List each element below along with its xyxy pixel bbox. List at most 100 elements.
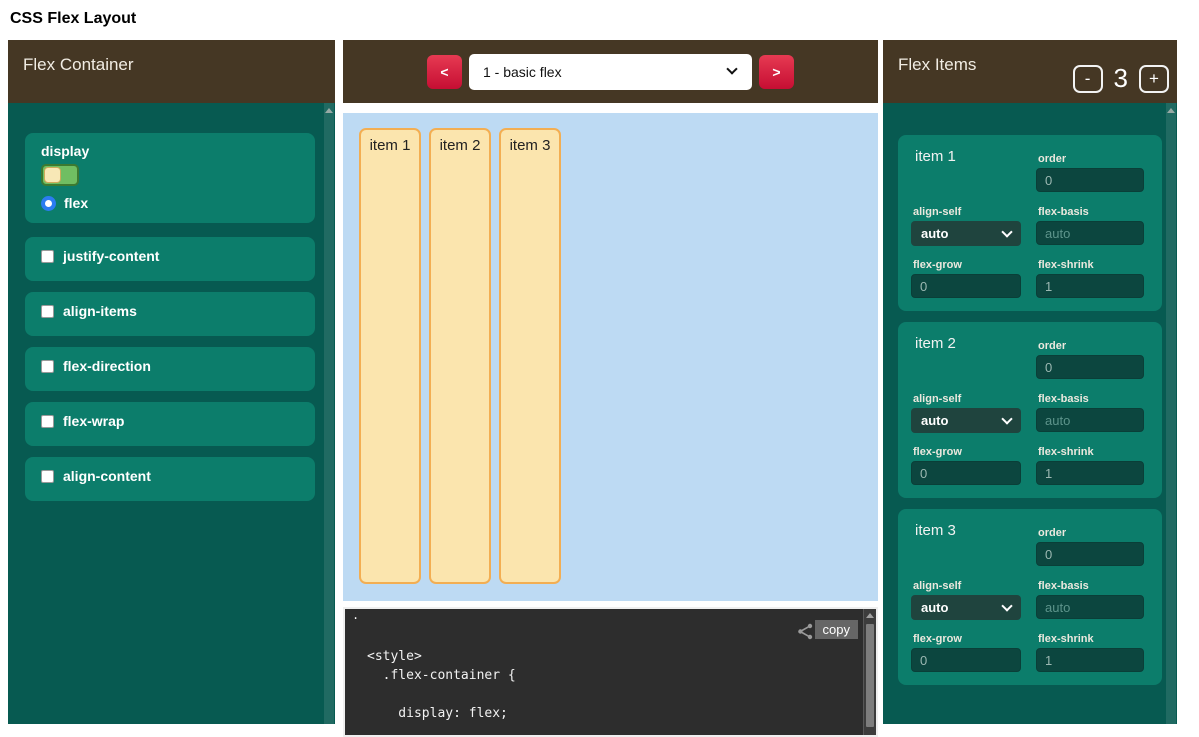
order-input[interactable] [1036, 355, 1144, 379]
display-control-card: display flex [25, 133, 315, 223]
preset-select[interactable]: 1 - basic flex [469, 54, 752, 90]
flex-container-panel-body: display flex justify-content align-items… [8, 103, 335, 724]
scroll-up-icon [325, 108, 333, 113]
preset-select-value: 1 - basic flex [483, 64, 562, 80]
align-content-checkbox[interactable] [41, 470, 54, 483]
align-self-select-value: auto [921, 413, 948, 428]
property-toggle-flex-direction[interactable]: flex-direction [25, 347, 315, 391]
flex-container-panel-header: Flex Container [8, 40, 335, 103]
flex-grow-input[interactable] [911, 648, 1021, 672]
justify-content-label: justify-content [63, 249, 159, 264]
flex-grow-label: flex-grow [913, 633, 962, 645]
flex-shrink-input[interactable] [1036, 274, 1144, 298]
demo-flex-item-3: item 3 [499, 128, 561, 584]
flex-items-panel-title: Flex Items [898, 55, 976, 75]
share-icon[interactable] [797, 623, 814, 640]
flex-items-panel-body: item 1 order align-self auto flex-basis … [883, 103, 1177, 724]
flex-shrink-label: flex-shrink [1038, 446, 1094, 458]
display-label: display [41, 143, 299, 159]
flex-radio-label: flex [64, 195, 88, 211]
previous-preset-button[interactable]: < [427, 55, 462, 89]
justify-content-checkbox[interactable] [41, 250, 54, 263]
preview-column: < 1 - basic flex > item 1 item 2 item 3 … [343, 40, 878, 728]
flex-wrap-label: flex-wrap [63, 414, 124, 429]
flex-items-panel-header: Flex Items - 3 + [883, 40, 1177, 103]
flex-item-name: item 3 [915, 522, 956, 539]
flex-items-panel: Flex Items - 3 + item 1 order align-self… [883, 40, 1177, 724]
flex-item-card-2: item 2 order align-self auto flex-basis … [898, 322, 1162, 498]
flex-item-card-1: item 1 order align-self auto flex-basis … [898, 135, 1162, 311]
property-toggle-align-items[interactable]: align-items [25, 292, 315, 336]
flex-grow-input[interactable] [911, 274, 1021, 298]
scroll-up-icon [866, 613, 874, 618]
item-count-value: 3 [1114, 63, 1128, 94]
align-self-select[interactable]: auto [911, 221, 1021, 246]
flex-shrink-input[interactable] [1036, 461, 1144, 485]
flex-grow-label: flex-grow [913, 259, 962, 271]
flex-radio[interactable] [41, 196, 56, 211]
align-self-select-value: auto [921, 600, 948, 615]
align-self-select[interactable]: auto [911, 595, 1021, 620]
property-toggle-align-content[interactable]: align-content [25, 457, 315, 501]
next-preset-button[interactable]: > [759, 55, 794, 89]
code-line: <style> [367, 647, 876, 666]
flex-direction-label: flex-direction [63, 359, 151, 374]
align-items-checkbox[interactable] [41, 305, 54, 318]
flex-basis-input[interactable] [1036, 408, 1144, 432]
copy-button[interactable]: copy [815, 620, 858, 639]
flex-grow-label: flex-grow [913, 446, 962, 458]
align-self-label: align-self [913, 580, 961, 592]
right-panel-scrollbar[interactable] [1166, 103, 1176, 724]
order-label: order [1038, 340, 1066, 352]
code-line: display: flex; [367, 704, 876, 723]
order-label: order [1038, 153, 1066, 165]
code-dot: . [352, 609, 359, 623]
align-self-label: align-self [913, 393, 961, 405]
align-items-label: align-items [63, 304, 137, 319]
flex-wrap-checkbox[interactable] [41, 415, 54, 428]
property-toggle-justify-content[interactable]: justify-content [25, 237, 315, 281]
flex-container-panel-title: Flex Container [23, 55, 134, 75]
code-line [367, 685, 876, 704]
chevron-down-icon [726, 63, 737, 74]
flex-direction-checkbox[interactable] [41, 360, 54, 373]
flex-basis-label: flex-basis [1038, 580, 1089, 592]
add-item-button[interactable]: + [1139, 65, 1169, 93]
align-self-select-value: auto [921, 226, 948, 241]
flex-basis-label: flex-basis [1038, 206, 1089, 218]
flex-item-name: item 2 [915, 335, 956, 352]
align-self-select[interactable]: auto [911, 408, 1021, 433]
flex-basis-input[interactable] [1036, 221, 1144, 245]
chevron-down-icon [1001, 226, 1012, 237]
demo-flex-item-2: item 2 [429, 128, 491, 584]
flex-shrink-label: flex-shrink [1038, 633, 1094, 645]
remove-item-button[interactable]: - [1073, 65, 1103, 93]
order-input[interactable] [1036, 542, 1144, 566]
demo-flex-item-1: item 1 [359, 128, 421, 584]
code-panel: . <style> .flex-container { display: fle… [343, 607, 878, 737]
property-toggle-flex-wrap[interactable]: flex-wrap [25, 402, 315, 446]
order-input[interactable] [1036, 168, 1144, 192]
flex-basis-input[interactable] [1036, 595, 1144, 619]
flex-grow-input[interactable] [911, 461, 1021, 485]
chevron-down-icon [1001, 600, 1012, 611]
code-line: .flex-container { [367, 666, 876, 685]
flex-item-card-3: item 3 order align-self auto flex-basis … [898, 509, 1162, 685]
flex-container-panel: Flex Container display flex justify-cont… [8, 40, 335, 724]
align-self-label: align-self [913, 206, 961, 218]
flex-basis-label: flex-basis [1038, 393, 1089, 405]
flex-shrink-input[interactable] [1036, 648, 1144, 672]
preset-bar: < 1 - basic flex > [343, 40, 878, 103]
code-scrollbar[interactable] [863, 609, 876, 735]
align-content-label: align-content [63, 469, 151, 484]
order-label: order [1038, 527, 1066, 539]
flex-shrink-label: flex-shrink [1038, 259, 1094, 271]
display-toggle-knob [44, 167, 61, 183]
left-panel-scrollbar[interactable] [324, 103, 334, 724]
page-title: CSS Flex Layout [10, 10, 136, 28]
flex-demo-container: item 1 item 2 item 3 [343, 113, 878, 601]
chevron-down-icon [1001, 413, 1012, 424]
code-scrollbar-thumb[interactable] [866, 624, 874, 727]
display-toggle[interactable] [41, 164, 79, 186]
flex-item-name: item 1 [915, 148, 956, 165]
